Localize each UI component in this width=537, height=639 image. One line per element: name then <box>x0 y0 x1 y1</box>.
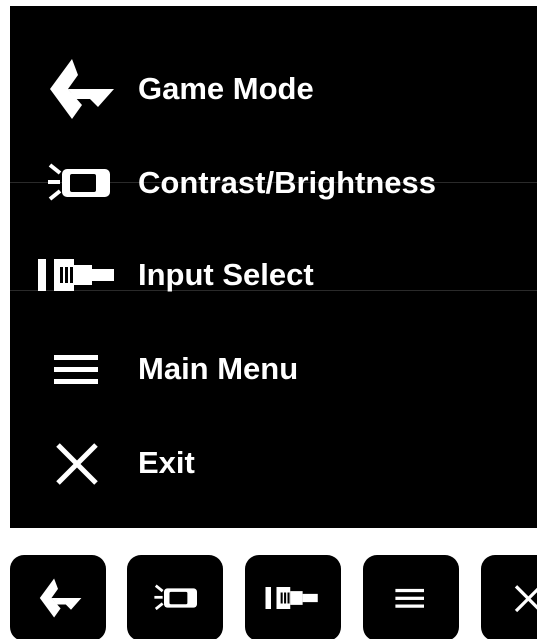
menu-item-label: Game Mode <box>138 70 314 106</box>
exit-icon <box>503 576 537 620</box>
menu-item-main-menu[interactable]: Main Menu <box>10 322 537 415</box>
contrast-brightness-icon <box>38 151 118 215</box>
menu-item-input-select[interactable]: Input Select <box>10 228 537 321</box>
input-select-icon <box>263 576 323 620</box>
hotkey-main-menu-button[interactable] <box>363 555 459 639</box>
menu-item-contrast-brightness[interactable]: Contrast/Brightness <box>10 136 537 229</box>
game-mode-icon <box>38 57 118 121</box>
exit-icon <box>38 431 118 495</box>
contrast-brightness-icon <box>147 576 203 620</box>
hotkey-exit-button[interactable] <box>481 555 537 639</box>
hotkey-contrast-brightness-button[interactable] <box>127 555 223 639</box>
hotkey-game-mode-button[interactable] <box>10 555 106 639</box>
hotkey-bar <box>0 545 537 639</box>
hotkey-input-select-button[interactable] <box>245 555 341 639</box>
menu-item-label: Input Select <box>138 256 314 292</box>
menu-item-label: Contrast/Brightness <box>138 164 436 200</box>
game-mode-icon <box>32 576 84 620</box>
main-menu-icon <box>38 337 118 401</box>
main-menu-icon <box>385 576 437 620</box>
input-select-icon <box>38 243 118 307</box>
menu-item-exit[interactable]: Exit <box>10 416 537 509</box>
menu-item-label: Exit <box>138 444 195 480</box>
osd-quick-menu: Game Mode Contrast/Brightness Input Sele… <box>10 6 537 528</box>
menu-item-game-mode[interactable]: Game Mode <box>10 42 537 135</box>
menu-item-label: Main Menu <box>138 350 299 386</box>
